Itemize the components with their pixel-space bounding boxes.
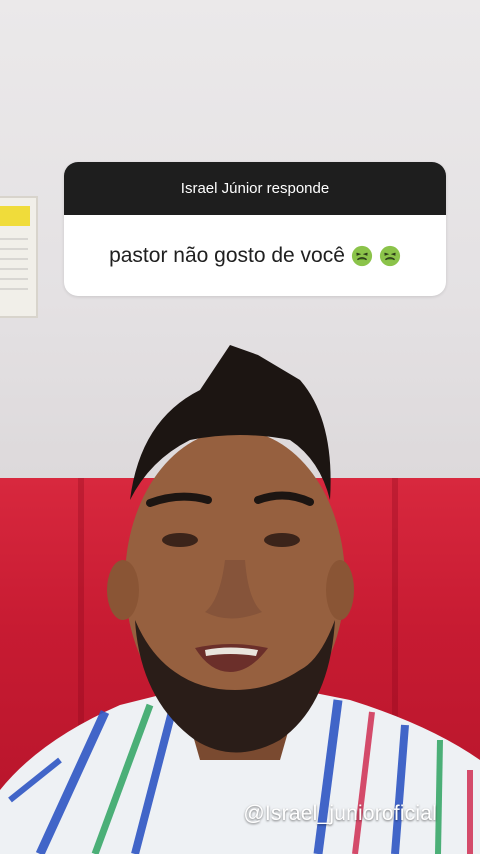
question-sticker-body: pastor não gosto de você xyxy=(64,215,446,296)
person-video-frame xyxy=(0,345,480,854)
eye-left xyxy=(162,533,198,547)
story-frame: Israel Júnior responde pastor não gosto … xyxy=(0,0,480,854)
account-handle: @Israel_junioroficial xyxy=(243,802,437,825)
question-sticker-header: Israel Júnior responde xyxy=(64,162,446,215)
question-text: pastor não gosto de você xyxy=(109,243,345,267)
eye-right xyxy=(264,533,300,547)
nauseated-face-icon xyxy=(351,244,373,268)
ear-left xyxy=(107,560,139,620)
question-sticker: Israel Júnior responde pastor não gosto … xyxy=(64,162,446,296)
ear-right xyxy=(326,560,354,620)
nauseated-face-icon xyxy=(379,244,401,268)
